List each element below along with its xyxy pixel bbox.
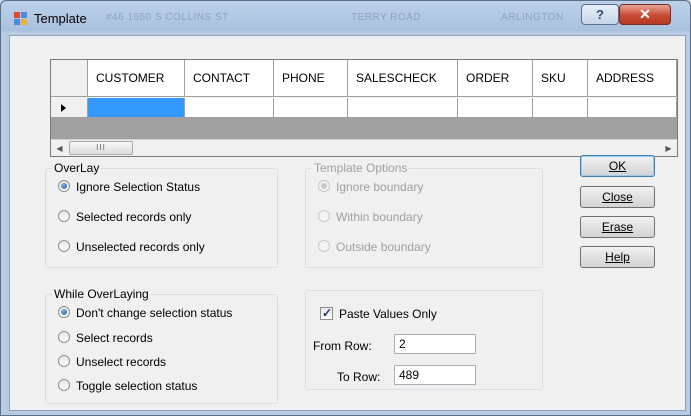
radio-label: Unselected records only [76, 240, 205, 254]
radio-label: Unselect records [76, 355, 167, 369]
grid-cell[interactable] [348, 98, 458, 118]
current-row-arrow-icon [61, 104, 66, 112]
ok-button-label: OK [608, 159, 627, 173]
grid-cell[interactable] [88, 98, 185, 118]
to-row-input[interactable]: 489 [394, 365, 476, 385]
column-header[interactable]: CUSTOMER [88, 60, 185, 97]
radio-button [318, 240, 330, 252]
erase-button-label: Erase [601, 220, 634, 234]
help-title-button[interactable]: ? [581, 4, 619, 25]
column-header[interactable]: SALESCHECK [348, 60, 458, 97]
radio-label: Within boundary [336, 210, 423, 224]
title-bar[interactable]: Template #46 1650 S COLLINS ST TERRY ROA… [1, 1, 690, 35]
radio-button[interactable] [58, 355, 70, 367]
overlay-group-label: OverLay [52, 161, 102, 175]
close-button-label: Close [602, 190, 633, 204]
row-header[interactable] [51, 98, 88, 118]
radio-button [318, 180, 330, 192]
radio-label: Select records [76, 331, 153, 345]
template-options-group: Template Options Ignore boundary Within … [305, 161, 543, 268]
radio-label: Don't change selection status [76, 306, 233, 320]
radio-label: Toggle selection status [76, 379, 198, 393]
scroll-thumb[interactable]: III [69, 141, 133, 155]
grid-header: CUSTOMER CONTACT PHONE SALESCHECK ORDER … [51, 60, 677, 98]
radio-label: Ignore Selection Status [76, 180, 201, 194]
radio-button[interactable] [58, 180, 70, 192]
erase-button[interactable]: Erase [580, 216, 655, 238]
title-background-text: #46 1650 S COLLINS ST [106, 12, 229, 23]
paste-group: Paste Values Only From Row: 2 To Row: 48… [305, 290, 543, 390]
grid-cell[interactable] [185, 98, 274, 118]
grid-corner [51, 60, 88, 97]
while-overlaying-group: While OverLaying Don't change selection … [45, 287, 278, 404]
grid-cell[interactable] [588, 98, 677, 118]
table-row[interactable] [51, 98, 677, 118]
radio-button[interactable] [58, 306, 70, 318]
radio-button[interactable] [58, 331, 70, 343]
ok-button[interactable]: OK [580, 155, 655, 177]
radio-button[interactable] [58, 210, 70, 222]
grid-cell[interactable] [533, 98, 588, 118]
to-row-label: To Row: [337, 370, 381, 384]
column-header[interactable]: ADDRESS [588, 60, 677, 97]
grid-cell[interactable] [274, 98, 348, 118]
radio-button [318, 210, 330, 222]
app-icon [14, 12, 27, 25]
close-button[interactable]: Close [580, 186, 655, 208]
help-button-label: Help [605, 250, 630, 264]
radio-label: Ignore boundary [336, 180, 424, 194]
column-header[interactable]: PHONE [274, 60, 348, 97]
overlay-group: OverLay Ignore Selection Status Selected… [45, 161, 278, 268]
while-overlaying-label: While OverLaying [52, 287, 151, 301]
checkbox[interactable] [320, 305, 333, 321]
radio-button[interactable] [58, 379, 70, 391]
grid-cell[interactable] [458, 98, 533, 118]
column-header[interactable]: SKU [533, 60, 588, 97]
title-background-text: ARLINGTON [501, 12, 564, 23]
dialog-body: CUSTOMER CONTACT PHONE SALESCHECK ORDER … [9, 35, 686, 411]
template-options-label: Template Options [312, 161, 410, 175]
checkbox-label: Paste Values Only [339, 307, 437, 321]
close-icon: ✕ [639, 6, 651, 22]
window-title: Template [34, 11, 87, 26]
scroll-right-icon[interactable]: ▶ [660, 140, 677, 156]
template-window: Template #46 1650 S COLLINS ST TERRY ROA… [0, 0, 691, 416]
template-grid[interactable]: CUSTOMER CONTACT PHONE SALESCHECK ORDER … [50, 59, 678, 157]
from-row-label: From Row: [313, 339, 372, 353]
column-header[interactable]: CONTACT [185, 60, 274, 97]
radio-button[interactable] [58, 240, 70, 252]
close-window-button[interactable]: ✕ [619, 4, 671, 25]
column-header[interactable]: ORDER [458, 60, 533, 97]
radio-label: Selected records only [76, 210, 192, 224]
title-background-text: TERRY ROAD [351, 12, 422, 23]
radio-label: Outside boundary [336, 240, 431, 254]
from-row-input[interactable]: 2 [394, 334, 476, 354]
scroll-left-icon[interactable]: ◀ [51, 140, 68, 156]
help-button[interactable]: Help [580, 246, 655, 268]
